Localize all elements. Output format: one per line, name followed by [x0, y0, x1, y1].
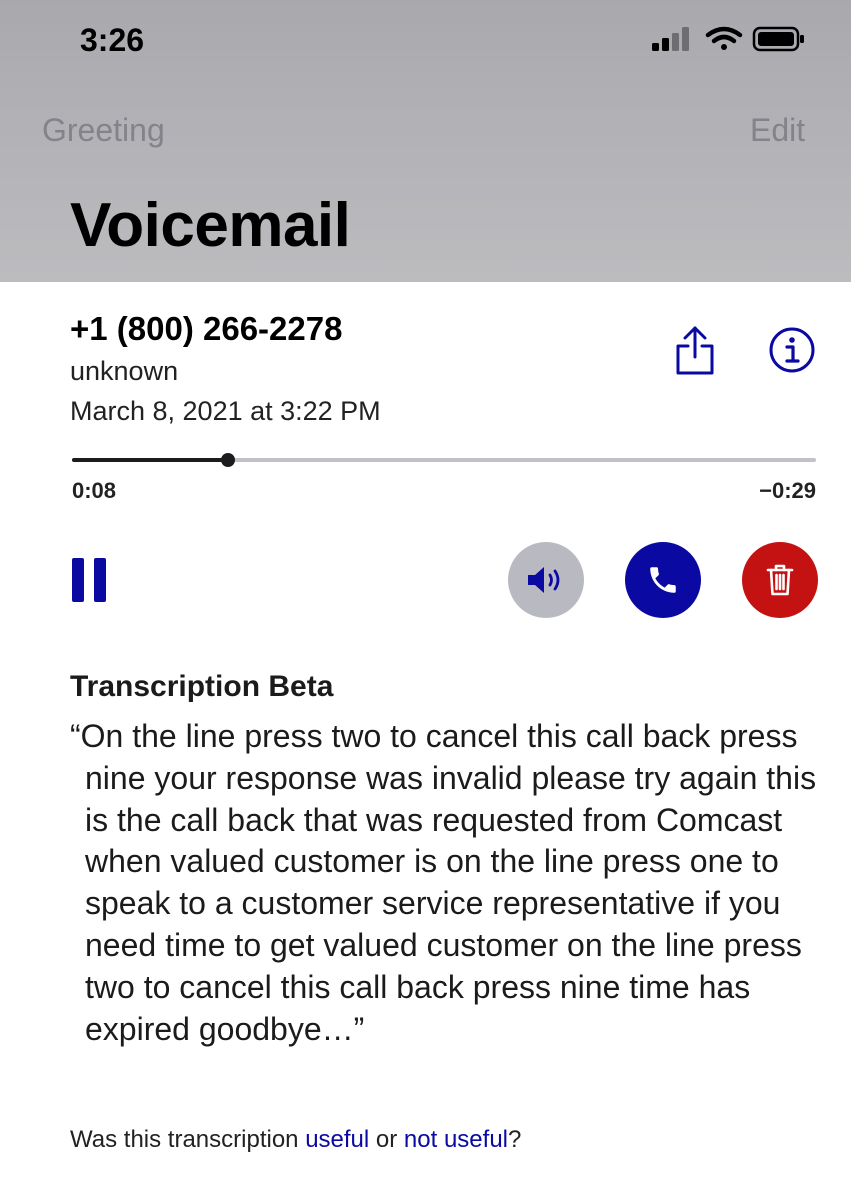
wifi-icon [705, 26, 743, 50]
voicemail-date: March 8, 2021 at 3:22 PM [70, 396, 381, 426]
info-icon [769, 327, 815, 373]
greeting-button[interactable]: Greeting [42, 112, 165, 149]
playback-scrubber[interactable] [72, 453, 816, 467]
battery-icon [752, 26, 804, 52]
call-back-button[interactable] [625, 542, 701, 618]
not-useful-link[interactable]: not useful [404, 1126, 508, 1153]
transcription-feedback: Was this transcription useful or not use… [70, 1126, 521, 1154]
transcription-heading: Transcription Beta [70, 670, 334, 703]
feedback-prefix: Was this transcription [70, 1126, 306, 1153]
cellular-signal-icon [652, 27, 689, 51]
playback-progress [72, 458, 229, 462]
edit-button[interactable]: Edit [750, 112, 805, 149]
feedback-suffix: ? [508, 1126, 522, 1153]
speaker-button[interactable] [508, 542, 584, 618]
caller-label: unknown [70, 356, 179, 386]
speaker-icon [528, 567, 560, 593]
page-title: Voicemail [70, 191, 351, 260]
status-icons [652, 24, 806, 59]
header-area: 3:26 Greeting Edit Voicemail [0, 0, 851, 282]
pause-button[interactable] [72, 558, 108, 602]
remaining-time: −0:29 [759, 478, 816, 503]
info-button[interactable] [768, 326, 816, 374]
trash-icon [766, 564, 794, 596]
scrubber-handle[interactable] [221, 453, 236, 467]
elapsed-time: 0:08 [72, 478, 117, 503]
share-icon [676, 326, 714, 375]
useful-link[interactable]: useful [305, 1126, 369, 1153]
caller-number: +1 (800) 266-2278 [70, 310, 343, 347]
feedback-middle: or [369, 1126, 404, 1153]
transcription-text: “On the line press two to cancel this ca… [70, 718, 817, 1047]
share-button[interactable] [672, 324, 718, 376]
delete-button[interactable] [742, 542, 818, 618]
phone-icon [650, 567, 676, 593]
status-time: 3:26 [80, 22, 145, 58]
